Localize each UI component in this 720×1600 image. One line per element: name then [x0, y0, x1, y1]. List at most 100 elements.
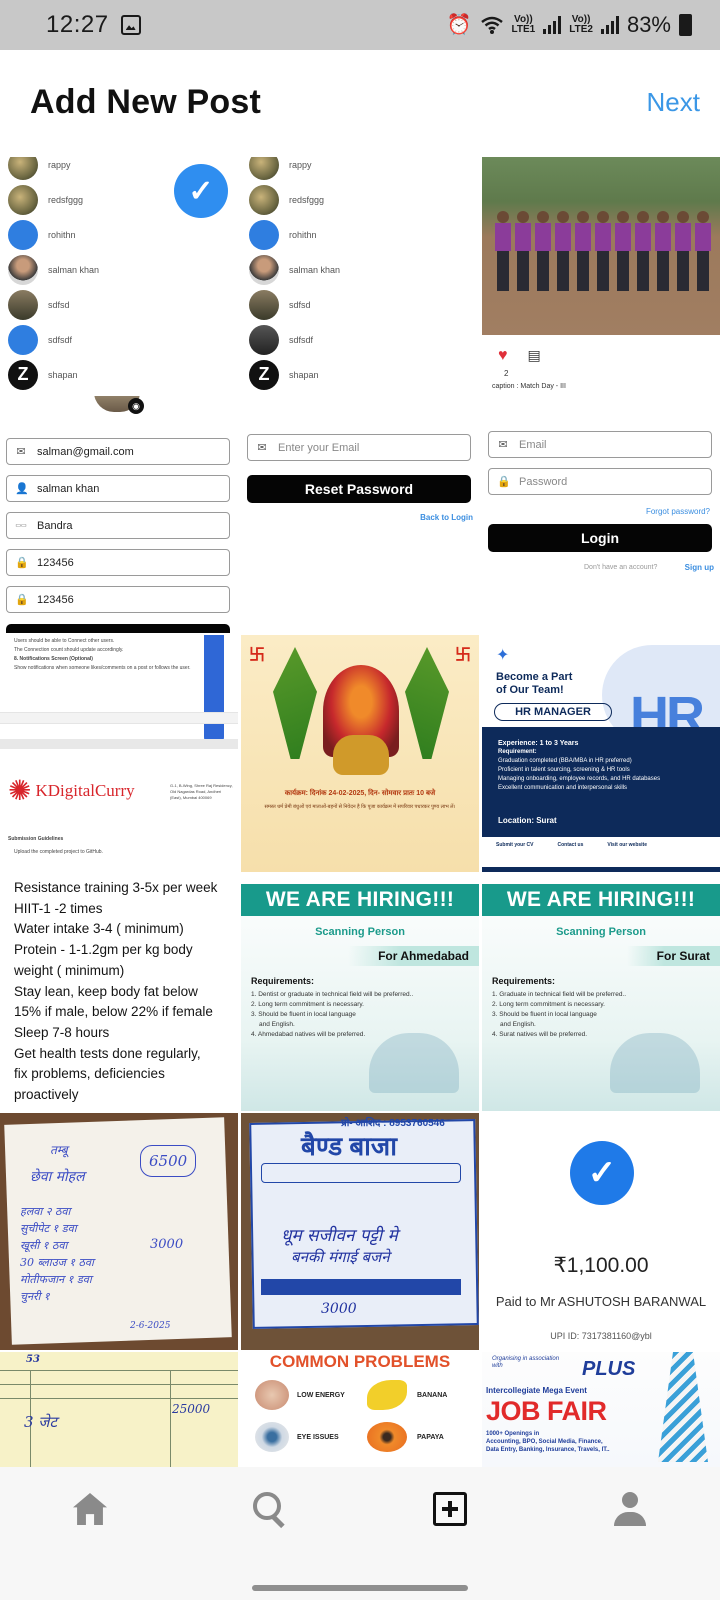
problem-row: LOW ENERGY BANANA	[255, 1380, 471, 1410]
ledger-row: 3 जेट	[24, 1413, 58, 1431]
payment-recipient: Paid to Mr ASHUTOSH BARANWAL	[495, 1294, 707, 1309]
camera-icon: ◉	[128, 398, 144, 414]
media-grid: rappy redsfggg rohithn salman khan sdfsd…	[0, 157, 720, 1467]
list-item: Zshapan	[241, 357, 479, 392]
list-item: rohithn	[241, 217, 479, 252]
hr-details: Experience: 1 to 3 Years Requirement: Gr…	[498, 740, 661, 791]
kdigitalcurry-logo: ✺ KDigitalCurry	[8, 775, 135, 806]
video-overlay	[204, 635, 224, 745]
no-account-text: Don't have an account?	[584, 564, 658, 571]
grid-item-login-form[interactable]: ✉ Email 🔒 Password Forgot password? Login …	[482, 396, 720, 633]
list-item: rappy	[241, 157, 479, 182]
receipt-notes: हलवा २ ठवा सुचीपेट १ डवा खूसी १ ठवा 30 ब्ला…	[20, 1205, 94, 1303]
hiring-banner: WE ARE HIRING!!!	[241, 884, 479, 916]
next-button[interactable]: Next	[647, 87, 700, 118]
post-caption: caption : Match Day - III	[492, 383, 566, 390]
status-bar: 12:27 ⏰ Vo)) LTE1 Vo)) LTE2 83%	[0, 0, 720, 50]
avatar	[249, 184, 279, 215]
hiring-banner: WE ARE HIRING!!!	[482, 884, 720, 916]
avatar	[249, 157, 279, 180]
swastik-icon: 卐	[249, 647, 266, 664]
festival-text: समस्त धर्म प्रेमी बंधुओं एवं माताओं-बहनो…	[264, 804, 456, 810]
lock-icon: 🔒	[497, 476, 511, 488]
home-icon	[73, 1493, 107, 1525]
band-note: धूम सजीवन पट्टी मे	[281, 1226, 398, 1246]
grid-item-fitness-tips[interactable]: Resistance training 3-5x per week HIIT-1…	[0, 874, 238, 1111]
grid-item-common-problems[interactable]: COMMON PROBLEMS LOW ENERGY BANANA EYE IS…	[241, 1352, 479, 1467]
ledger-serial: 53	[26, 1354, 40, 1365]
lock-icon: 🔒	[15, 557, 29, 569]
avatar: Z	[8, 359, 38, 390]
gesture-bar[interactable]	[252, 1585, 468, 1591]
comment-icon: ▤	[527, 347, 541, 363]
grid-item-payment-receipt[interactable]: ✓ ₹1,100.00 Paid to Mr ASHUTOSH BARANWAL…	[482, 1113, 720, 1350]
signal-icon	[543, 16, 562, 34]
grid-item-hiring-surat[interactable]: WE ARE HIRING!!! Scanning Person For Sur…	[482, 874, 720, 1111]
signup-link: Sign up	[684, 563, 714, 572]
payment-amount: ₹1,100.00	[553, 1254, 649, 1277]
requirements-list: 1. Graduate in technical field will be p…	[492, 991, 627, 1038]
hiring-city: For Surat	[626, 946, 720, 966]
hiring-position: Scanning Person	[556, 926, 646, 938]
requirements-heading: Requirements:	[251, 976, 315, 986]
hiring-city: For Ahmedabad	[348, 946, 479, 966]
job-openings: 1000+ Openings in Accounting, BPO, Socia…	[486, 1431, 610, 1453]
logo-icon: ✦	[496, 647, 510, 664]
avatar	[8, 184, 38, 215]
grid-item-hiring-ahmedabad[interactable]: WE ARE HIRING!!! Scanning Person For Ahm…	[241, 874, 479, 1111]
avatar	[8, 254, 38, 285]
back-to-login-link: Back to Login	[420, 513, 473, 522]
grid-item-register-form[interactable]: ◉ ✉ salman@gmail.com 👤 salman khan ▭▭ Bandr…	[0, 396, 238, 633]
check-icon: ✓	[570, 1141, 634, 1205]
header: Add New Post Next	[0, 50, 720, 154]
papaya-icon	[367, 1422, 407, 1452]
grid-item-project-document[interactable]: Users should be able to Connect other us…	[0, 635, 238, 872]
battery-percent: 83%	[626, 12, 671, 37]
tab-search[interactable]	[240, 1479, 300, 1539]
requirements-heading: Requirements:	[492, 976, 556, 986]
heart-icon: ♥	[498, 347, 508, 364]
document-text: Users should be able to Connect other us…	[14, 638, 191, 671]
ledger-amount: 25000	[172, 1402, 211, 1416]
system-nav-area	[0, 1551, 720, 1600]
page-title: Add New Post	[30, 82, 261, 121]
grid-item-festival-poster[interactable]: 卐 卐 कार्यक्रम: दिनांक 24-02-2025, दिन- स…	[241, 635, 479, 872]
network-2-label: Vo)) LTE2	[569, 14, 593, 35]
grid-item-reset-password[interactable]: ✉ Enter your Email Reset Password Back to…	[241, 396, 479, 633]
reset-password-button: Reset Password	[247, 475, 471, 503]
profile-icon	[614, 1492, 646, 1526]
email-field: ✉ salman@gmail.com	[6, 438, 230, 465]
divider	[482, 867, 720, 872]
grid-item-ledger[interactable]: 53 3 जेट 25000	[0, 1352, 238, 1467]
grid-item-job-fair[interactable]: Organising in association with PLUS Inte…	[482, 1352, 720, 1467]
band-note: बनकी मंगाई बजने	[291, 1248, 390, 1266]
grid-item-band-card[interactable]: प्रो- आशिद : 8953760546 बैण्ड बाजा धूम स…	[241, 1113, 479, 1350]
list-item: sdfsd	[241, 287, 479, 322]
grid-item-user-list-selected[interactable]: rappy redsfggg rohithn salman khan sdfsd…	[0, 157, 238, 394]
status-time: 12:27	[46, 11, 109, 38]
grid-item-handwritten-receipt[interactable]: तम्बू 6500 छेवा मोहल हलवा २ ठवा सुचीपेट १…	[0, 1113, 238, 1350]
receipt-line: छेवा मोहल	[30, 1169, 85, 1185]
requirements-list: 1. Dentist or graduate in technical fiel…	[251, 991, 414, 1038]
tab-add-post[interactable]	[420, 1479, 480, 1539]
kalash-image	[333, 735, 389, 775]
selected-check-icon: ✓	[174, 164, 228, 218]
search-icon	[253, 1492, 287, 1526]
password-field: 🔒 Password	[488, 468, 712, 495]
list-item: salman khan	[241, 252, 479, 287]
signal-icon	[600, 16, 619, 34]
team-photo	[482, 157, 720, 335]
grid-item-user-list[interactable]: rappy redsfggg rohithn salman khan sdfsd…	[241, 157, 479, 394]
festival-title: कार्यक्रम: दिनांक 24-02-2025, दिन- सोमवा…	[284, 790, 436, 797]
grid-item-team-post[interactable]: ♥ ▤ 2 caption : Match Day - III	[482, 157, 720, 394]
tab-profile[interactable]	[600, 1479, 660, 1539]
receipt-amount: 6500	[140, 1145, 197, 1177]
grid-item-hr-manager[interactable]: HR ✦ Become a Part of Our Team! HR MANAG…	[482, 635, 720, 872]
tab-home[interactable]	[60, 1479, 120, 1539]
city-icon: ▭▭	[15, 523, 27, 529]
job-organiser: Organising in association with	[492, 1356, 560, 1369]
city-field: ▭▭ Bandra	[6, 512, 230, 539]
hiring-position: Scanning Person	[315, 926, 405, 938]
post-actions: ♥ ▤	[498, 347, 541, 365]
avatar	[249, 324, 279, 355]
